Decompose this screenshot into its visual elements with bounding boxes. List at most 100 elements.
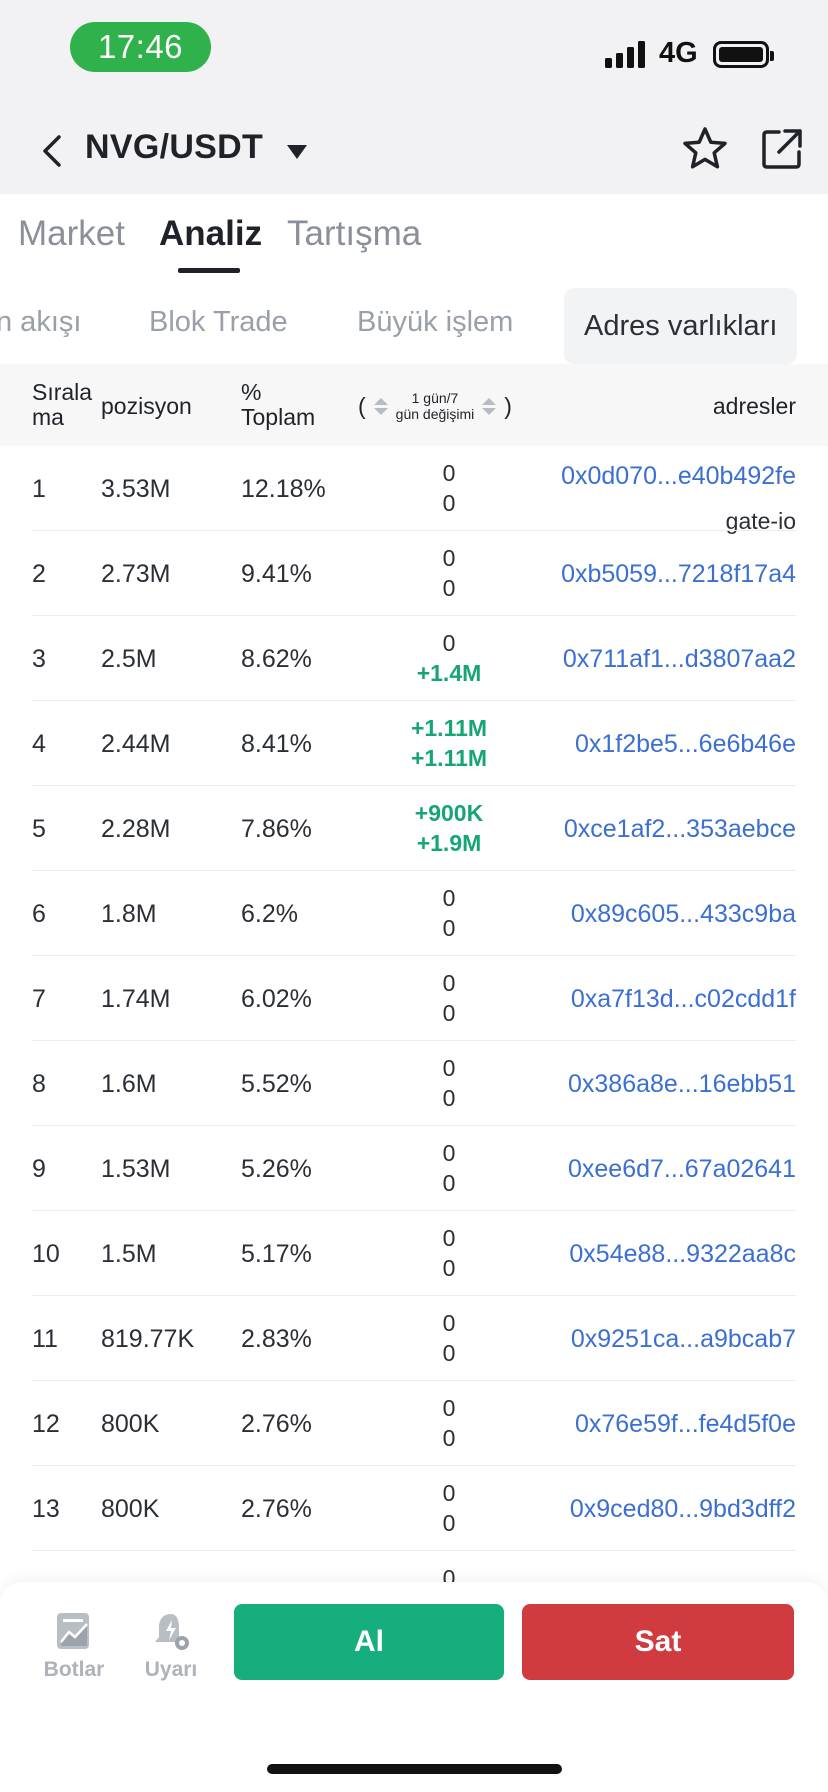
address-link[interactable]: 0x76e59f...fe4d5f0e	[575, 1410, 796, 1439]
rank-cell: 9	[32, 1155, 46, 1183]
rank-cell: 7	[32, 985, 46, 1013]
table-row[interactable]: 0	[0, 1551, 828, 1582]
pair-dropdown[interactable]	[283, 138, 311, 166]
address-link[interactable]: 0x386a8e...16ebb51	[568, 1070, 796, 1099]
sell-button[interactable]: Sat	[522, 1604, 794, 1680]
header-total: % Toplam	[241, 380, 315, 430]
rank-cell: 1	[32, 475, 46, 503]
table-row[interactable]: 13 800K 2.76% 0 0 0x9ced80...9bd3dff2	[0, 1466, 828, 1551]
alert-label: Uyarı	[144, 1658, 198, 1681]
status-bar: 17:46 4G	[0, 0, 828, 110]
position-cell: 800K	[101, 1495, 160, 1523]
header-rank-line1: Sırala	[32, 379, 93, 405]
rank-cell: 8	[32, 1070, 46, 1098]
change-cell: 00	[380, 1308, 518, 1368]
rank-cell: 6	[32, 900, 46, 928]
position-cell: 1.5M	[101, 1240, 157, 1268]
table-row[interactable]: 3 2.5M 8.62% 0 +1.4M 0x711af1...d3807aa2	[0, 616, 828, 701]
change-1d: 0	[442, 970, 456, 996]
tab-analiz[interactable]: Analiz	[159, 214, 262, 254]
caret-down-icon	[287, 145, 307, 159]
table-row[interactable]: 4 2.44M 8.41% +1.11M +1.11M 0x1f2be5...6e6b46…	[0, 701, 828, 786]
table-row[interactable]: 12 800K 2.76% 0 0 0x76e59f...fe4d5f0e	[0, 1381, 828, 1466]
table-row[interactable]: 2 2.73M 9.41% 0 0 0xb5059...7218f17a4	[0, 531, 828, 616]
app-header: NVG/USDT	[0, 110, 828, 194]
sort-icon	[482, 397, 497, 415]
percent-cell: 2.83%	[241, 1325, 312, 1353]
change-cell: 00	[380, 1478, 518, 1538]
change-7d: 0	[442, 1340, 456, 1366]
rank-cell: 10	[32, 1240, 60, 1268]
table-row[interactable]: 7 1.74M 6.02% 0 0 0xa7f13d...c02cdd1f	[0, 956, 828, 1041]
address-link[interactable]: 0xce1af2...353aebce	[564, 815, 796, 844]
percent-cell: 5.17%	[241, 1240, 312, 1268]
change-1d: 0	[442, 1395, 456, 1421]
table-row[interactable]: 1 3.53M 12.18% 0 0 0x0d070...e40b492fe gate-io	[0, 446, 828, 534]
change-7d: 0	[442, 490, 456, 516]
buy-button[interactable]: Al	[234, 1604, 504, 1680]
change-cell: 00	[380, 458, 518, 518]
change-7d: 0	[442, 1425, 456, 1451]
header-total-line2: Toplam	[241, 404, 316, 430]
address-link[interactable]: 0x89c605...433c9ba	[571, 900, 796, 929]
tab-market[interactable]: Market	[18, 214, 125, 254]
tab-tartisma[interactable]: Tartışma	[287, 214, 421, 254]
position-cell: 2.73M	[101, 560, 171, 588]
change-cell: 00	[380, 1053, 518, 1113]
address-link[interactable]: 0xb5059...7218f17a4	[561, 560, 796, 589]
header-position: pozisyon	[101, 393, 192, 419]
sub-tabs: n akışı Blok Trade Büyük işlem Adres var…	[0, 280, 828, 364]
rank-cell: 5	[32, 815, 46, 843]
change-cell: 00	[380, 1138, 518, 1198]
subtab-address-holdings[interactable]: Adres varlıkları	[564, 288, 798, 364]
change-7d: 0	[442, 915, 456, 941]
header-change-line2: gün değişimi	[395, 406, 475, 422]
share-button[interactable]	[757, 124, 807, 174]
back-button[interactable]	[30, 126, 74, 176]
percent-cell: 2.76%	[241, 1495, 312, 1523]
table-row[interactable]: 5 2.28M 7.86% +900K +1.9M 0xce1af2...353aebce	[0, 786, 828, 871]
address-link[interactable]: 0xa7f13d...c02cdd1f	[571, 985, 796, 1014]
change-cell: +900K +1.9M	[380, 798, 518, 858]
address-link[interactable]: 0x0d070...e40b492fe	[561, 462, 796, 491]
header-change[interactable]: ( 1 gün/7 gün değişimi )	[358, 390, 512, 422]
sort-icon	[373, 397, 388, 415]
address-link[interactable]: 0x711af1...d3807aa2	[563, 645, 796, 674]
table-row[interactable]: 11 819.77K 2.83% 0 0 0x9251ca...a9bcab7	[0, 1296, 828, 1381]
percent-cell: 8.41%	[241, 730, 312, 758]
table-row[interactable]: 10 1.5M 5.17% 0 0 0x54e88...9322aa8c	[0, 1211, 828, 1296]
percent-cell: 5.26%	[241, 1155, 312, 1183]
change-cell: 0 +1.4M	[380, 628, 518, 688]
percent-cell: 5.52%	[241, 1070, 312, 1098]
header-change-open: (	[358, 392, 366, 419]
main-tabs: Market Analiz Tartışma	[0, 194, 828, 280]
position-cell: 1.74M	[101, 985, 171, 1013]
bots-button[interactable]: Botlar	[34, 1610, 114, 1682]
table-row[interactable]: 9 1.53M 5.26% 0 0 0xee6d7...67a02641	[0, 1126, 828, 1211]
rank-cell: 11	[32, 1325, 58, 1353]
subtab-flow[interactable]: n akışı	[0, 306, 81, 339]
table-row[interactable]: 8 1.6M 5.52% 0 0 0x386a8e...16ebb51	[0, 1041, 828, 1126]
percent-cell: 6.02%	[241, 985, 312, 1013]
header-change-line1: 1 gün/7	[411, 390, 459, 406]
address-link[interactable]: 0x54e88...9322aa8c	[569, 1240, 796, 1269]
address-link[interactable]: 0x9ced80...9bd3dff2	[570, 1495, 796, 1524]
alert-icon	[155, 1614, 189, 1650]
change-1d: 0	[442, 1565, 456, 1582]
alert-button[interactable]: Uyarı	[131, 1610, 211, 1682]
address-link[interactable]: 0xee6d7...67a02641	[568, 1155, 796, 1184]
favorite-button[interactable]	[680, 124, 730, 174]
subtab-large-trades[interactable]: Büyük işlem	[357, 306, 513, 339]
pair-title[interactable]: NVG/USDT	[85, 128, 263, 167]
change-1d: 0	[442, 545, 456, 571]
table-row[interactable]: 6 1.8M 6.2% 0 0 0x89c605...433c9ba	[0, 871, 828, 956]
change-cell: 00	[380, 883, 518, 943]
address-link[interactable]: 0x1f2be5...6e6b46e	[575, 730, 796, 759]
change-7d: 0	[442, 1000, 456, 1026]
subtab-block-trade[interactable]: Blok Trade	[149, 306, 288, 339]
header-total-line1: %	[241, 379, 262, 405]
address-link[interactable]: 0x9251ca...a9bcab7	[571, 1325, 796, 1354]
percent-cell: 8.62%	[241, 645, 312, 673]
change-1d: 0	[442, 1140, 456, 1166]
header-change-label: 1 gün/7 gün değişimi	[396, 390, 475, 422]
